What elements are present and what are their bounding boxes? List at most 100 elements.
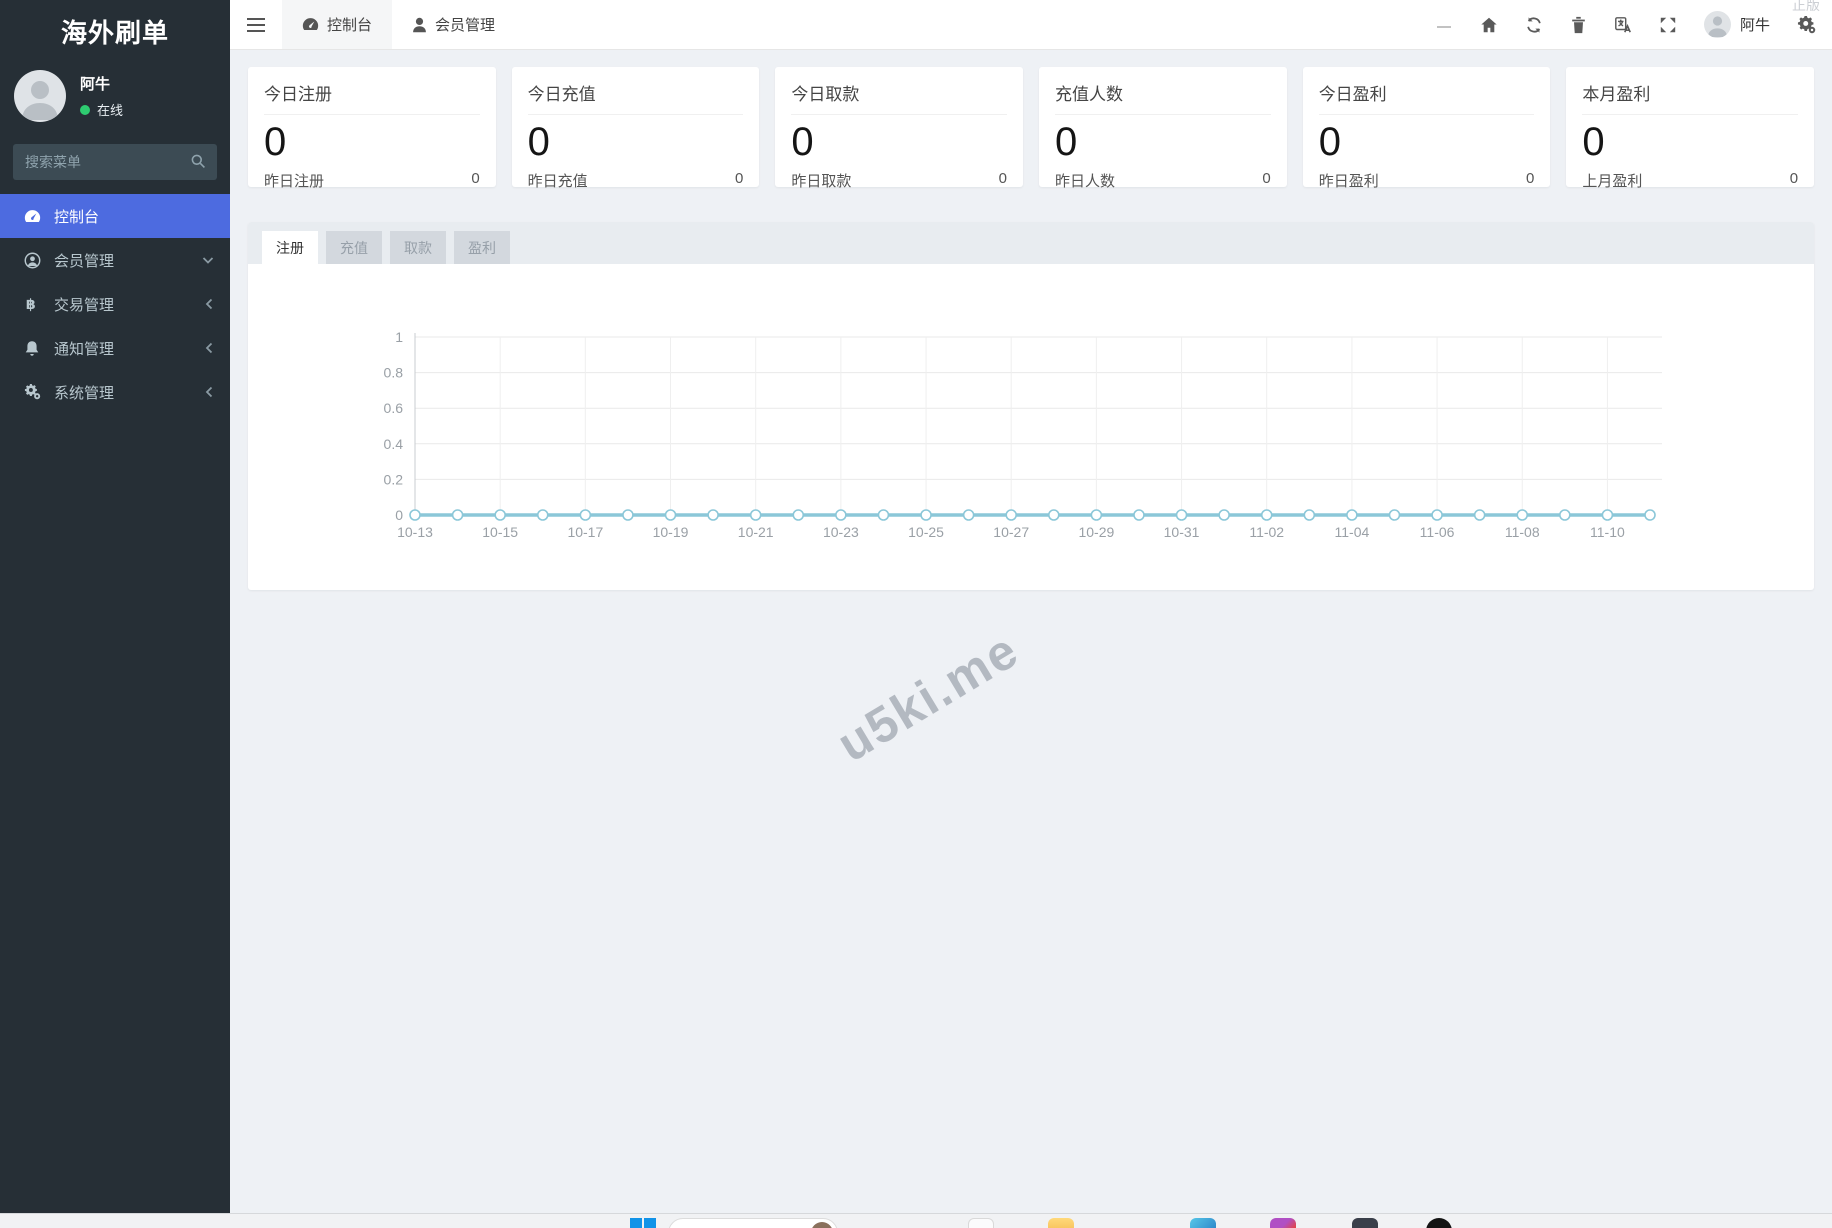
stat-title: 今日充值: [527, 80, 744, 115]
stat-card: 充值人数 0 昨日人数 0: [1039, 67, 1287, 190]
taskbar-app-black[interactable]: [1426, 1218, 1452, 1228]
stat-footer-label: 昨日充值: [527, 173, 588, 190]
svg-text:10-17: 10-17: [567, 524, 603, 540]
stat-title: 本月盈利: [1582, 80, 1799, 115]
svg-text:0.8: 0.8: [384, 365, 404, 381]
os-taskbar: [0, 1213, 1832, 1228]
chevron-down-icon: [202, 255, 214, 265]
navbar-right: 阿牛: [1435, 0, 1832, 49]
svg-text:10-25: 10-25: [908, 524, 944, 540]
sidebar-menu: 控制台 会员管理 ฿ 交易管理 通知管理 系统管理: [0, 194, 230, 414]
chart-tab-strip: 注册 充值 取款 盈利: [248, 222, 1814, 264]
stat-value: 0: [1055, 120, 1078, 164]
member-icon: [22, 252, 42, 269]
svg-text:฿: ฿: [25, 297, 35, 313]
chart-card: 注册 充值 取款 盈利 0 0.2 0.4 0.6 0.8 1 10-13 10-15 10-17 10…: [248, 222, 1814, 590]
dashboard-icon: [302, 17, 319, 32]
sidebar-search: [13, 144, 217, 180]
svg-text:10-31: 10-31: [1164, 524, 1200, 540]
fullscreen-icon[interactable]: [1659, 16, 1677, 34]
settings-gears-icon[interactable]: [1797, 15, 1816, 34]
sidebar-item-交易管理[interactable]: ฿ 交易管理: [0, 282, 230, 326]
svg-text:0.4: 0.4: [384, 436, 404, 452]
stat-card: 本月盈利 0 上月盈利 0: [1566, 67, 1815, 190]
navbar-tab-控制台[interactable]: 控制台: [282, 0, 393, 49]
search-pill-image: [811, 1222, 833, 1228]
taskbar-app-blue[interactable]: [1190, 1218, 1216, 1228]
navbar-user[interactable]: 阿牛: [1703, 11, 1770, 38]
stat-card: 今日充值 0 昨日充值 0: [511, 67, 760, 190]
stat-footer-label: 昨日注册: [264, 173, 325, 190]
chevron-left-icon: [204, 342, 214, 354]
stat-footer-value: 0: [735, 170, 744, 187]
sidebar-item-会员管理[interactable]: 会员管理: [0, 238, 230, 282]
stats-row: 今日注册 0 昨日注册 0 今日充值 0 昨日充值 0 今日取款 0 昨日取款 …: [248, 67, 1815, 190]
chevron-left-icon: [204, 386, 214, 398]
stat-title: 今日注册: [264, 80, 480, 115]
start-icon[interactable]: [630, 1218, 656, 1228]
taskbar-search-pill[interactable]: [668, 1218, 838, 1228]
taskbar-app-folder[interactable]: [1048, 1218, 1074, 1228]
sidebar: 海外刷单 阿牛 在线 控制台 会员管理 ฿ 交易管理: [0, 0, 230, 1228]
stat-value: 0: [1318, 120, 1341, 164]
dashboard-icon: [22, 209, 42, 224]
navbar-tab-label: 控制台: [327, 17, 373, 34]
svg-text:10-19: 10-19: [653, 524, 689, 540]
svg-text:11-04: 11-04: [1335, 524, 1370, 540]
svg-text:10-13: 10-13: [397, 524, 433, 540]
stat-value: 0: [1582, 120, 1605, 164]
chevron-left-icon: [204, 298, 214, 310]
stat-title: 今日盈利: [1318, 80, 1535, 115]
svg-text:0.6: 0.6: [384, 400, 404, 416]
stat-footer-label: 上月盈利: [1582, 173, 1643, 190]
minimize-icon[interactable]: [1435, 16, 1453, 34]
svg-text:11-02: 11-02: [1249, 524, 1284, 540]
home-icon[interactable]: [1480, 16, 1498, 34]
navbar-avatar: [1703, 11, 1731, 38]
chart-tab-取款[interactable]: 取款: [390, 231, 446, 264]
stat-value: 0: [791, 120, 814, 164]
chart-tab-注册[interactable]: 注册: [262, 231, 318, 264]
sidebar-item-控制台[interactable]: 控制台: [0, 194, 230, 238]
svg-text:11-06: 11-06: [1420, 524, 1455, 540]
user-panel: 阿牛 在线: [0, 60, 230, 138]
taskbar-app-colorful[interactable]: [1270, 1218, 1296, 1228]
user-status-label: 在线: [97, 103, 124, 118]
svg-text:0.2: 0.2: [384, 471, 404, 487]
sidebar-item-label: 控制台: [54, 208, 100, 226]
chart-tab-盈利[interactable]: 盈利: [454, 231, 510, 264]
brand-title: 海外刷单: [60, 18, 169, 48]
stat-footer-value: 0: [998, 170, 1008, 187]
top-navbar: 控制台 会员管理 阿牛 正版: [230, 0, 1832, 50]
search-icon[interactable]: [190, 153, 206, 169]
svg-text:10-27: 10-27: [993, 524, 1029, 540]
navbar-tab-会员管理[interactable]: 会员管理: [392, 0, 515, 49]
chart-tab-充值[interactable]: 充值: [326, 231, 382, 264]
trash-icon[interactable]: [1570, 16, 1587, 34]
taskbar-app-dark[interactable]: [1352, 1218, 1378, 1228]
sidebar-item-系统管理[interactable]: 系统管理: [0, 370, 230, 414]
svg-text:10-23: 10-23: [823, 524, 859, 540]
sidebar-item-label: 系统管理: [54, 384, 115, 402]
stat-card: 今日取款 0 昨日取款 0: [775, 67, 1024, 190]
stat-footer-value: 0: [1789, 170, 1799, 187]
taskbar-app-white[interactable]: [968, 1218, 994, 1228]
user-icon: [412, 17, 427, 33]
license-tag: 正版: [1792, 0, 1820, 13]
sidebar-item-label: 交易管理: [54, 296, 115, 314]
search-input[interactable]: [13, 144, 217, 180]
stat-footer-value: 0: [1262, 170, 1271, 187]
refresh-icon[interactable]: [1525, 16, 1543, 34]
translate-icon[interactable]: [1614, 16, 1632, 34]
bitcoin-icon: ฿: [22, 296, 42, 313]
svg-text:11-10: 11-10: [1590, 524, 1625, 540]
stat-title: 今日取款: [791, 80, 1008, 115]
sidebar-toggle-icon[interactable]: [230, 0, 282, 49]
stat-title: 充值人数: [1055, 80, 1271, 115]
stat-value: 0: [527, 120, 550, 164]
content: 今日注册 0 昨日注册 0 今日充值 0 昨日充值 0 今日取款 0 昨日取款 …: [230, 50, 1832, 590]
svg-text:10-15: 10-15: [482, 524, 518, 540]
online-status-dot: [80, 104, 90, 115]
stat-footer-label: 昨日取款: [791, 173, 852, 190]
sidebar-item-通知管理[interactable]: 通知管理: [0, 326, 230, 370]
